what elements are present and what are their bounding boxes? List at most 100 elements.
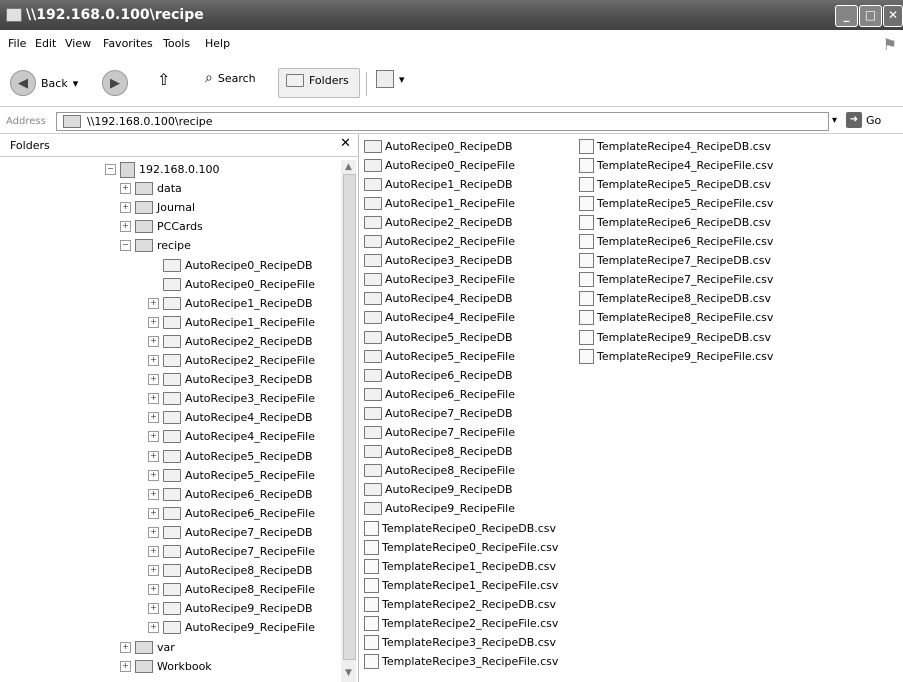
back-button[interactable]: ◀ Back ▾ <box>10 70 78 96</box>
list-item[interactable]: TemplateRecipe4_RecipeFile.csv <box>579 156 773 174</box>
list-item[interactable]: AutoRecipe6_RecipeFile <box>364 385 515 403</box>
list-item[interactable]: TemplateRecipe3_RecipeFile.csv <box>364 653 558 671</box>
tree-item[interactable]: + AutoRecipe3_RecipeFile <box>148 389 315 408</box>
list-item[interactable]: TemplateRecipe2_RecipeDB.csv <box>364 595 556 613</box>
tree-item[interactable]: + AutoRecipe1_RecipeDB <box>148 294 313 313</box>
tree-item[interactable]: + AutoRecipe7_RecipeFile <box>148 542 315 561</box>
expand-icon[interactable]: + <box>148 297 159 309</box>
tree-item[interactable]: − recipe <box>120 236 191 255</box>
list-item[interactable]: TemplateRecipe8_RecipeFile.csv <box>579 309 773 327</box>
address-input[interactable]: \\192.168.0.100\recipe <box>56 112 829 131</box>
expand-icon[interactable]: + <box>148 355 159 366</box>
tree-item[interactable]: + AutoRecipe2_RecipeFile <box>148 351 315 370</box>
tree-item[interactable]: + AutoRecipe2_RecipeDB <box>148 332 313 351</box>
list-item[interactable]: AutoRecipe2_RecipeFile <box>364 233 515 251</box>
list-item[interactable]: AutoRecipe3_RecipeFile <box>364 271 515 289</box>
tree-item[interactable]: + data <box>120 179 182 198</box>
tree-item[interactable]: + AutoRecipe5_RecipeDB <box>148 447 313 466</box>
list-item[interactable]: TemplateRecipe7_RecipeFile.csv <box>579 271 773 289</box>
tree-item[interactable]: + AutoRecipe3_RecipeDB <box>148 370 313 389</box>
expand-icon[interactable]: + <box>148 450 159 462</box>
expand-icon[interactable]: + <box>148 507 159 519</box>
expand-icon[interactable]: + <box>148 488 159 500</box>
address-dropdown-icon[interactable]: ▾ <box>832 115 837 126</box>
menu-help[interactable]: Help <box>205 37 230 50</box>
tree-item[interactable]: + AutoRecipe9_RecipeDB <box>148 599 313 618</box>
list-item[interactable]: TemplateRecipe3_RecipeDB.csv <box>364 634 556 652</box>
go-button[interactable]: ➜ Go <box>846 112 881 128</box>
expand-icon[interactable]: + <box>148 335 159 347</box>
list-item[interactable]: AutoRecipe0_RecipeDB <box>364 137 513 155</box>
list-item[interactable]: TemplateRecipe5_RecipeFile.csv <box>579 194 773 212</box>
minimize-button[interactable]: _ <box>835 5 858 27</box>
menu-tools[interactable]: Tools <box>163 37 190 50</box>
menu-view[interactable]: View <box>65 37 91 50</box>
expand-icon[interactable]: + <box>148 469 159 481</box>
collapse-icon[interactable]: − <box>105 164 116 175</box>
menu-file[interactable]: File <box>8 37 26 50</box>
list-item[interactable]: TemplateRecipe2_RecipeFile.csv <box>364 615 558 633</box>
list-item[interactable]: TemplateRecipe6_RecipeFile.csv <box>579 233 773 251</box>
list-item[interactable]: AutoRecipe9_RecipeFile <box>364 500 515 518</box>
tree-item[interactable]: + AutoRecipe8_RecipeDB <box>148 561 313 580</box>
collapse-icon[interactable]: − <box>120 240 131 252</box>
expand-icon[interactable]: + <box>148 565 159 577</box>
tree-item[interactable]: + AutoRecipe6_RecipeDB <box>148 485 313 504</box>
tree-item[interactable]: + PCCards <box>120 217 203 236</box>
list-item[interactable]: TemplateRecipe1_RecipeFile.csv <box>364 576 558 594</box>
tree-item[interactable]: + var <box>120 638 175 657</box>
folders-scrollbar[interactable]: ▲ ▼ <box>341 160 356 682</box>
list-item[interactable]: TemplateRecipe7_RecipeDB.csv <box>579 252 771 270</box>
forward-button[interactable]: ▶ <box>102 70 128 96</box>
up-folder-button[interactable]: ⇧ <box>157 70 170 89</box>
list-item[interactable]: AutoRecipe9_RecipeDB <box>364 481 513 499</box>
search-button[interactable]: ⌕ Search <box>205 70 256 86</box>
expand-icon[interactable]: + <box>148 316 159 328</box>
scrollbar-thumb[interactable] <box>343 174 356 660</box>
list-item[interactable]: AutoRecipe2_RecipeDB <box>364 213 513 231</box>
list-item[interactable]: TemplateRecipe5_RecipeDB.csv <box>579 175 771 193</box>
tree-item[interactable]: + Journal <box>120 198 195 217</box>
expand-icon[interactable]: + <box>148 374 159 386</box>
expand-icon[interactable]: + <box>148 431 159 443</box>
list-item[interactable]: AutoRecipe1_RecipeDB <box>364 175 513 193</box>
tree-item[interactable]: + AutoRecipe7_RecipeDB <box>148 523 313 542</box>
maximize-button[interactable]: □ <box>859 5 882 27</box>
tree-item[interactable]: + AutoRecipe6_RecipeFile <box>148 504 315 523</box>
list-item[interactable]: AutoRecipe4_RecipeFile <box>364 309 515 327</box>
expand-icon[interactable]: + <box>148 546 159 557</box>
tree-item[interactable]: + AutoRecipe8_RecipeFile <box>148 580 315 599</box>
tree-item[interactable]: + AutoRecipe4_RecipeFile <box>148 427 315 446</box>
list-item[interactable]: AutoRecipe6_RecipeDB <box>364 366 513 384</box>
list-item[interactable]: AutoRecipe4_RecipeDB <box>364 290 513 308</box>
title-bar[interactable]: \\192.168.0.100\recipe _ □ ✕ <box>0 0 903 30</box>
menu-favorites[interactable]: Favorites <box>103 37 153 50</box>
scroll-down-icon[interactable]: ▼ <box>343 668 354 679</box>
scroll-up-icon[interactable]: ▲ <box>343 162 354 173</box>
tree-item[interactable]: + AutoRecipe5_RecipeFile <box>148 466 315 485</box>
tree-item[interactable]: − 192.168.0.100 <box>105 160 219 179</box>
back-dropdown-icon[interactable]: ▾ <box>73 77 79 90</box>
list-item[interactable]: TemplateRecipe8_RecipeDB.csv <box>579 290 771 308</box>
list-item[interactable]: AutoRecipe7_RecipeFile <box>364 424 515 442</box>
expand-icon[interactable]: + <box>148 622 159 634</box>
list-item[interactable]: AutoRecipe5_RecipeDB <box>364 328 513 346</box>
tree-item[interactable]: AutoRecipe0_RecipeFile <box>148 275 315 294</box>
expand-icon[interactable]: + <box>148 584 159 596</box>
menu-edit[interactable]: Edit <box>35 37 56 50</box>
list-item[interactable]: TemplateRecipe6_RecipeDB.csv <box>579 213 771 231</box>
tree-item[interactable]: + AutoRecipe1_RecipeFile <box>148 313 315 332</box>
tree-item[interactable]: + AutoRecipe9_RecipeFile <box>148 618 315 637</box>
expand-icon[interactable]: + <box>120 641 131 653</box>
expand-icon[interactable]: + <box>148 603 159 615</box>
list-item[interactable]: AutoRecipe8_RecipeDB <box>364 443 513 461</box>
list-item[interactable]: TemplateRecipe9_RecipeFile.csv <box>579 347 773 365</box>
list-item[interactable]: AutoRecipe1_RecipeFile <box>364 194 515 212</box>
tree-item[interactable]: + AutoRecipe4_RecipeDB <box>148 408 313 427</box>
expand-icon[interactable]: + <box>120 221 131 233</box>
list-item[interactable]: AutoRecipe0_RecipeFile <box>364 156 515 174</box>
list-item[interactable]: TemplateRecipe4_RecipeDB.csv <box>579 137 771 155</box>
list-item[interactable]: TemplateRecipe0_RecipeFile.csv <box>364 538 558 556</box>
close-pane-icon[interactable]: ✕ <box>340 136 351 151</box>
views-button[interactable]: ▾ <box>376 70 405 88</box>
